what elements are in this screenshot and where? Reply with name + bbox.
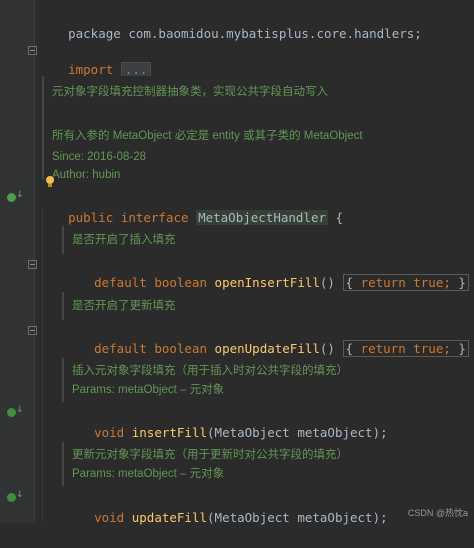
watermark: CSDN @热忱a: [407, 508, 468, 518]
method3-doc-text: 插入元对象字段填充（用于插入时对公共字段的填充）: [72, 365, 348, 377]
close-brace: }: [458, 341, 466, 356]
interface-name[interactable]: MetaObjectHandler: [196, 210, 328, 225]
method2-name[interactable]: openUpdateFill: [215, 341, 320, 356]
return-keyword: return: [360, 341, 406, 356]
implemented-icon[interactable]: ↓: [7, 491, 24, 505]
fold-icon[interactable]: [28, 326, 37, 335]
intention-bulb-icon[interactable]: [45, 176, 55, 188]
package-text: package com.baomidou.mybatisplus.core.ha…: [68, 26, 422, 41]
import-line: import ...: [38, 40, 152, 78]
method3-doc-params: Params: metaObject – 元对象: [72, 384, 225, 396]
method4-doc-text: 更新元对象字段填充（用于更新时对公共字段的填充）: [72, 449, 348, 461]
true-literal: true;: [413, 275, 451, 290]
method3-args: (MetaObject metaObject);: [207, 425, 388, 440]
method2-doc-text: 是否开启了更新填充: [72, 300, 176, 312]
fold-icon[interactable]: [28, 260, 37, 269]
doc-author: Author: hubin: [52, 169, 121, 181]
package-line: package com.baomidou.mybatisplus.core.ha…: [38, 4, 422, 41]
implemented-icon[interactable]: ↓: [7, 191, 24, 205]
doc-description: 元对象字段填充控制器抽象类，实现公共字段自动写入: [52, 86, 328, 98]
import-keyword: import: [68, 62, 114, 77]
method2-folded-body[interactable]: { return true; }: [342, 340, 469, 357]
open-brace: {: [345, 341, 354, 356]
method1-name[interactable]: openInsertFill: [215, 275, 320, 290]
method1-doc-text: 是否开启了插入填充: [72, 234, 176, 246]
void-keyword: void: [94, 425, 125, 440]
implemented-icon[interactable]: ↓: [7, 406, 24, 420]
doc-since: Since: 2016-08-28: [52, 151, 146, 163]
open-brace: {: [345, 275, 354, 290]
method1-folded-body[interactable]: { return true; }: [342, 274, 469, 291]
method2-line: default boolean openUpdateFill() { retur…: [64, 319, 469, 357]
true-literal: true;: [413, 341, 451, 356]
public-keyword: public: [68, 210, 114, 225]
doc-note: 所有入参的 MetaObject 必定是 entity 或其子类的 MetaOb…: [52, 130, 363, 142]
method2-parens: (): [319, 341, 335, 356]
boolean-keyword: boolean: [154, 275, 208, 290]
method4-javadoc: 更新元对象字段填充（用于更新时对公共字段的填充） Params: metaObj…: [62, 442, 466, 486]
boolean-keyword: boolean: [154, 341, 208, 356]
method1-parens: (): [319, 275, 335, 290]
method4-doc-params: Params: metaObject – 元对象: [72, 468, 225, 480]
interface-declaration: public interface MetaObjectHandler {: [38, 188, 343, 225]
default-keyword: default: [94, 341, 147, 356]
method4-line: void updateFill(MetaObject metaObject);: [64, 488, 388, 525]
interface-open-brace: {: [328, 210, 344, 225]
code-editor[interactable]: package com.baomidou.mybatisplus.core.ha…: [0, 0, 474, 525]
close-brace: }: [458, 275, 466, 290]
return-keyword: return: [360, 275, 406, 290]
fold-icon[interactable]: [28, 46, 37, 55]
method3-line: void insertFill(MetaObject metaObject);: [64, 403, 388, 440]
method1-javadoc: 是否开启了插入填充: [62, 226, 466, 254]
default-keyword: default: [94, 275, 147, 290]
method1-line: default boolean openInsertFill() { retur…: [64, 253, 469, 291]
method2-javadoc: 是否开启了更新填充: [62, 292, 466, 320]
class-javadoc: 元对象字段填充控制器抽象类，实现公共字段自动写入 所有入参的 MetaObjec…: [42, 76, 466, 181]
method3-name[interactable]: insertFill: [132, 425, 207, 440]
interface-keyword: interface: [120, 210, 189, 225]
method3-javadoc: 插入元对象字段填充（用于插入时对公共字段的填充） Params: metaObj…: [62, 358, 466, 402]
indent-guide: [42, 208, 43, 523]
